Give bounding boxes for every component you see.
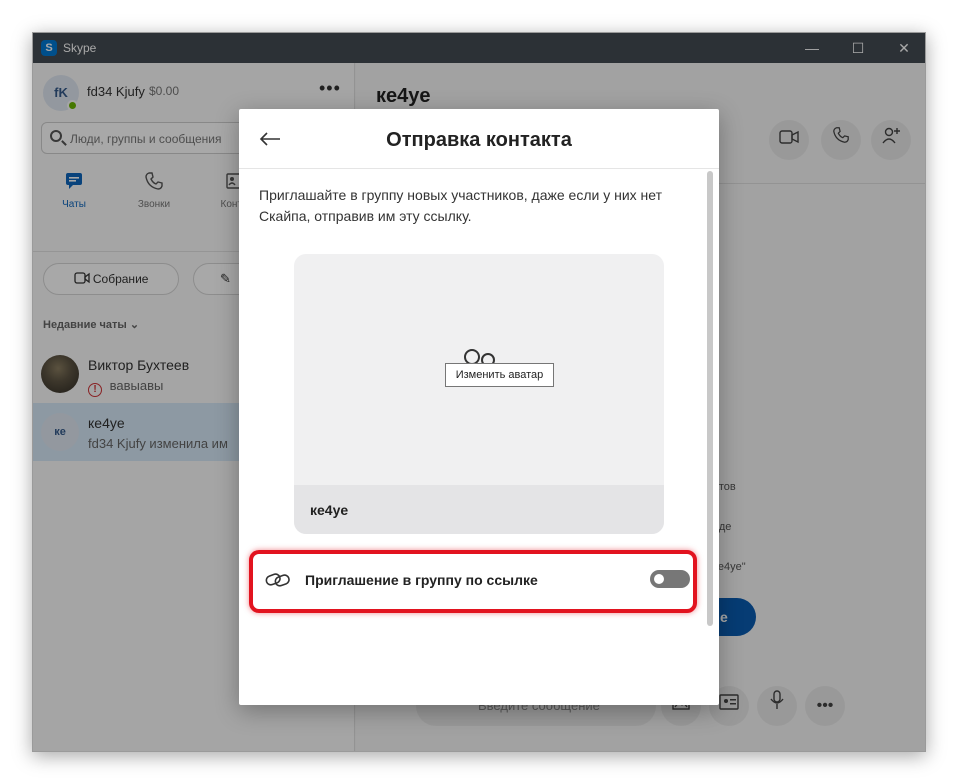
tooltip: Изменить аватар <box>445 363 554 387</box>
divider <box>239 168 719 169</box>
group-avatar-footer <box>294 485 664 534</box>
dialog-description: Приглашайте в группу новых участников, д… <box>259 187 662 224</box>
scrollbar[interactable] <box>707 171 713 626</box>
invite-link-row[interactable]: Приглашение в группу по ссылке <box>249 550 697 613</box>
dialog-title: Отправка контакта <box>386 129 572 151</box>
group-avatar-card[interactable]: ке4ye <box>294 254 664 534</box>
invite-link-label: Приглашение в группу по ссылке <box>305 572 538 588</box>
link-icon <box>265 573 290 587</box>
toggle-knob <box>654 574 664 584</box>
invite-link-toggle[interactable] <box>650 570 690 588</box>
group-name: ке4ye <box>310 502 349 518</box>
send-contact-dialog: Отправка контакта Приглашайте в группу н… <box>239 109 719 705</box>
